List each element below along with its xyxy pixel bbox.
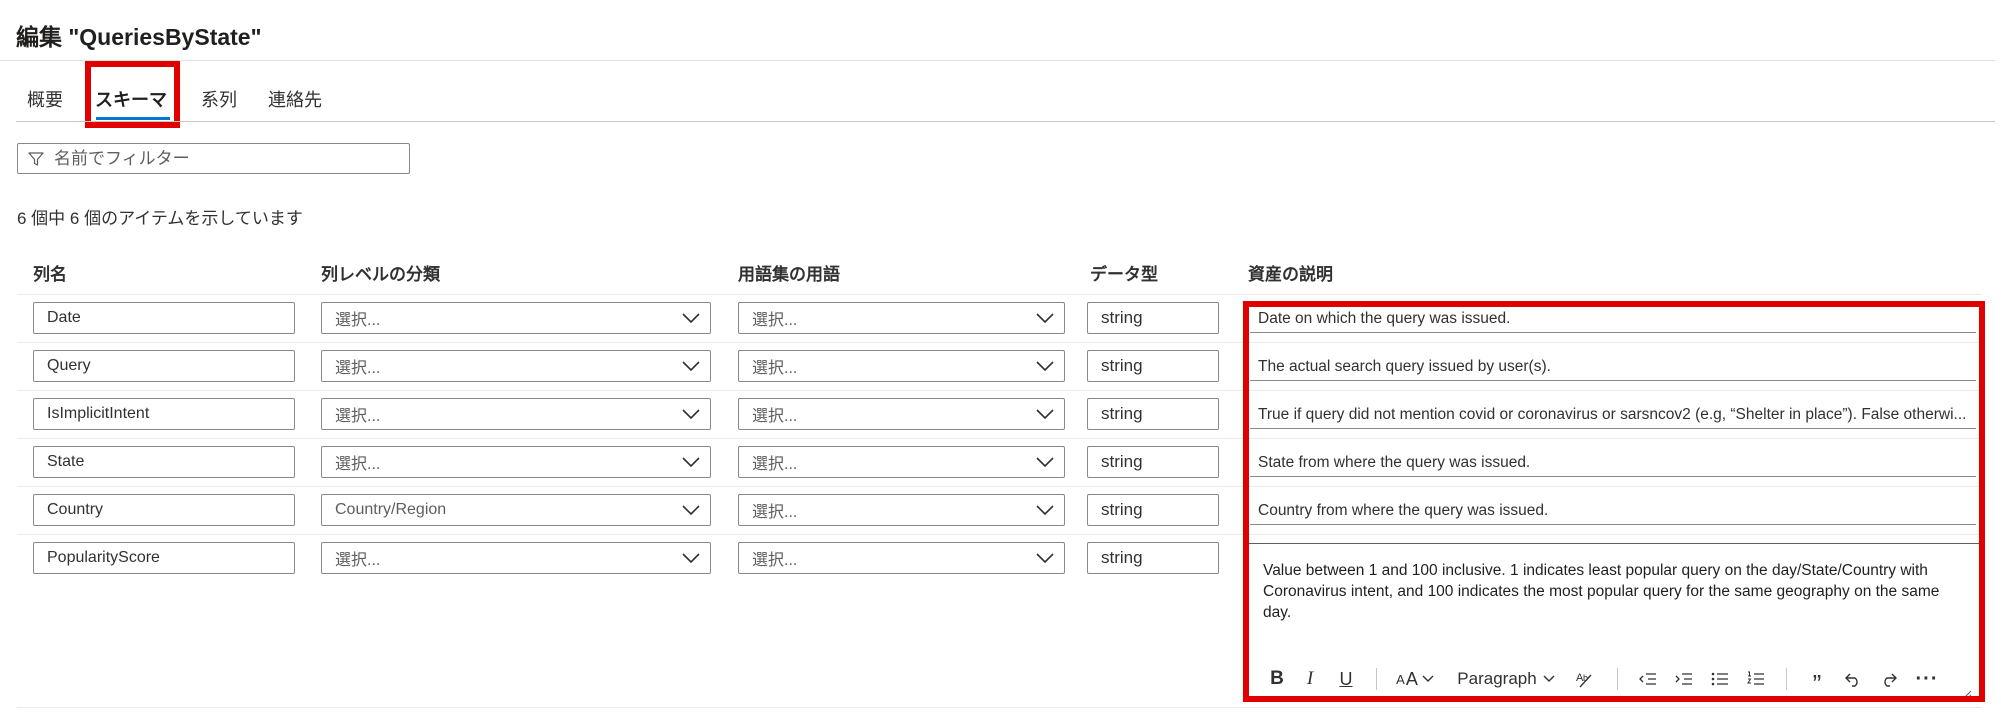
table-bottom-divider [17, 707, 1982, 708]
glossary-dropdown[interactable]: 選択... [738, 494, 1065, 526]
dropdown-value: 選択... [752, 312, 798, 329]
dropdown-value: 選択... [752, 504, 798, 521]
tab-contacts[interactable]: 連絡先 [268, 86, 322, 112]
glossary-dropdown[interactable]: 選択... [738, 446, 1065, 478]
column-name-field[interactable]: State [33, 446, 295, 478]
chevron-down-icon [1036, 457, 1054, 467]
column-header-name: 列名 [33, 265, 67, 284]
dropdown-value: 選択... [335, 552, 381, 569]
classification-dropdown[interactable]: 選択... [321, 302, 711, 334]
column-name-field[interactable]: Date [33, 302, 295, 334]
dropdown-value: 選択... [752, 552, 798, 569]
chevron-down-icon [1036, 361, 1054, 371]
chevron-down-icon [682, 409, 700, 419]
filter-box[interactable] [17, 143, 410, 174]
glossary-dropdown[interactable]: 選択... [738, 350, 1065, 382]
chevron-down-icon [682, 313, 700, 323]
dropdown-value: 選択... [335, 312, 381, 329]
column-name-field[interactable]: IsImplicitIntent [33, 398, 295, 430]
dropdown-value: 選択... [752, 360, 798, 377]
classification-dropdown[interactable]: 選択... [321, 446, 711, 478]
glossary-dropdown[interactable]: 選択... [738, 302, 1065, 334]
glossary-dropdown[interactable]: 選択... [738, 542, 1065, 574]
chevron-down-icon [682, 505, 700, 515]
column-name-field[interactable]: PopularityScore [33, 542, 295, 574]
chevron-down-icon [1036, 409, 1054, 419]
data-type-field: string [1087, 398, 1219, 430]
dropdown-value: 選択... [752, 408, 798, 425]
chevron-down-icon [682, 457, 700, 467]
chevron-down-icon [1036, 505, 1054, 515]
item-count: 6 個中 6 個のアイテムを示しています [17, 209, 303, 228]
chevron-down-icon [1036, 553, 1054, 563]
dropdown-value: 選択... [335, 456, 381, 473]
dropdown-value: 選択... [335, 360, 381, 377]
dropdown-value: Country/Region [335, 501, 447, 518]
glossary-dropdown[interactable]: 選択... [738, 398, 1065, 430]
page-title: 編集 "QueriesByState" [16, 24, 262, 50]
header-divider [0, 60, 1995, 61]
data-type-field: string [1087, 542, 1219, 574]
column-name-field[interactable]: Country [33, 494, 295, 526]
data-type-field: string [1087, 302, 1219, 334]
chevron-down-icon [682, 361, 700, 371]
classification-dropdown[interactable]: 選択... [321, 542, 711, 574]
tab-overview[interactable]: 概要 [27, 86, 63, 112]
tab-lineage[interactable]: 系列 [201, 86, 237, 112]
filter-input[interactable] [54, 148, 394, 169]
column-header-data-type: データ型 [1090, 265, 1158, 284]
row-divider [17, 294, 1982, 295]
dropdown-value: 選択... [752, 456, 798, 473]
chevron-down-icon [682, 553, 700, 563]
classification-dropdown[interactable]: 選択... [321, 398, 711, 430]
classification-dropdown[interactable]: Country/Region [321, 494, 711, 526]
column-header-glossary: 用語集の用語 [738, 265, 840, 284]
column-header-classification: 列レベルの分類 [321, 265, 440, 284]
column-header-description: 資産の説明 [1248, 265, 1333, 284]
classification-dropdown[interactable]: 選択... [321, 350, 711, 382]
tabs-divider [16, 121, 1995, 122]
chevron-down-icon [1036, 313, 1054, 323]
data-type-field: string [1087, 350, 1219, 382]
tab-schema-highlight [85, 61, 180, 128]
description-highlight [1243, 301, 1985, 702]
column-name-field[interactable]: Query [33, 350, 295, 382]
dropdown-value: 選択... [335, 408, 381, 425]
filter-icon [28, 151, 44, 166]
data-type-field: string [1087, 494, 1219, 526]
data-type-field: string [1087, 446, 1219, 478]
